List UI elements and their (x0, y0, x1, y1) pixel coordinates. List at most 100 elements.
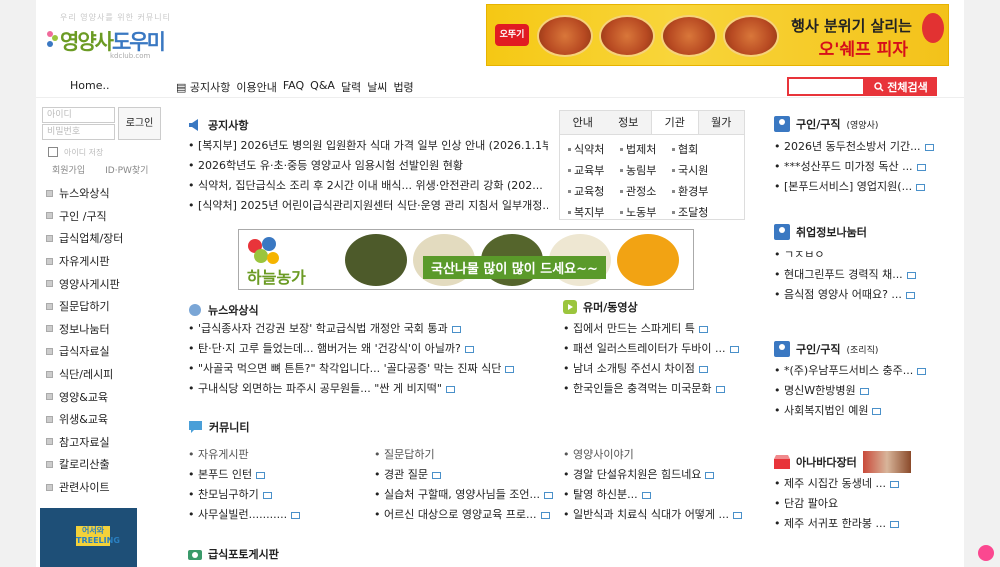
sidebar-item[interactable]: 위생&교육 (46, 408, 166, 431)
nav-home[interactable]: Home.. (70, 79, 109, 92)
tab-link[interactable]: 교육부 (568, 160, 620, 181)
list-item[interactable]: • '급식종사자 건강권 보장' 학교급식법 개정안 국회 통과 (188, 319, 548, 339)
sidebar-item[interactable]: 영양사게시판 (46, 272, 166, 295)
tab-info[interactable]: 정보 (606, 111, 652, 134)
side-ad-banner[interactable]: 어서와 TREELING (40, 508, 137, 567)
column-title[interactable]: • 영양사이야기 (563, 445, 759, 465)
tab-monthly[interactable]: 월가 (699, 111, 745, 134)
list-item[interactable]: • 한국인들은 충격먹는 미국문화 (563, 379, 753, 399)
site-logo[interactable]: 우리 영양사를 위한 커뮤니티 영양사도우미 kdclub.com (46, 12, 196, 62)
tab-link[interactable]: 노동부 (620, 202, 672, 223)
tab-link[interactable]: 협회 (672, 139, 724, 160)
notice-title[interactable]: 공지사항 (188, 117, 248, 133)
tab-link[interactable]: 법제처 (620, 139, 672, 160)
humor-title[interactable]: 유머/동영상 (563, 299, 638, 315)
sidebar-item[interactable]: 칼로리산출 (46, 453, 166, 476)
sidebar-item[interactable]: 급식업체/장터 (46, 227, 166, 250)
sidebar-item[interactable]: 자유게시판 (46, 250, 166, 273)
nav-qna[interactable]: Q&A (310, 79, 335, 95)
list-item[interactable]: • 찬모님구하기 (188, 485, 364, 505)
sidebar-item[interactable]: 뉴스와상식 (46, 182, 166, 205)
tab-link[interactable]: 복지부 (568, 202, 620, 223)
sidebar-item[interactable]: 영양&교육 (46, 385, 166, 408)
scroll-top-icon[interactable] (978, 545, 994, 561)
list-item[interactable]: • 제주 시집간 동생네 ... (774, 474, 960, 494)
login-button[interactable]: 로그인 (118, 107, 161, 140)
megaphone-icon (189, 119, 198, 131)
market-title[interactable]: 아나바다장터 (774, 451, 911, 473)
list-item[interactable]: • 남녀 소개팅 주선시 차이점 (563, 359, 753, 379)
password-field[interactable]: 비밀번호 (42, 124, 115, 140)
job-nutritionist-title[interactable]: 구인/구직 (영양사) (774, 116, 878, 132)
tab-link[interactable]: 관정소 (620, 181, 672, 202)
sidebar-item[interactable]: 관련사이트 (46, 476, 166, 499)
list-item[interactable]: • 일반식과 치료식 식대가 어떻게 ... (563, 505, 759, 525)
search-input[interactable] (787, 77, 865, 96)
list-item[interactable]: • 본푸드 인턴 (188, 465, 364, 485)
list-item[interactable]: • 단감 팔아요 (774, 494, 960, 514)
signup-link[interactable]: 회원가입 (52, 163, 85, 176)
tab-link[interactable]: 교육청 (568, 181, 620, 202)
list-item[interactable]: • 음식점 영양사 어때요? ... (774, 285, 960, 305)
job-cook-title[interactable]: 구인/구직 (조리직) (774, 341, 878, 357)
job-share-title[interactable]: 취업정보나눔터 (774, 224, 867, 240)
list-item[interactable]: • 제주 서귀포 한라봉 ... (774, 514, 960, 534)
list-item[interactable]: • "사골국 먹으면 뼈 튼튼?" 착각입니다... '골다공증' 막는 진짜 … (188, 359, 548, 379)
list-item[interactable]: • 패션 일러스트레이터가 두바이 ... (563, 339, 753, 359)
list-item[interactable]: • 탈영 하신분... (563, 485, 759, 505)
id-field[interactable]: 아이디 (42, 107, 115, 123)
nav-calendar[interactable]: 달력 (341, 79, 361, 95)
sidebar-item[interactable]: 참고자료실 (46, 431, 166, 454)
nav-weather[interactable]: 날씨 (367, 79, 387, 95)
nav-faq[interactable]: FAQ (283, 79, 304, 95)
list-item[interactable]: • ***성산푸드 미가정 독산 ... (774, 157, 960, 177)
news-title[interactable]: 뉴스와상식 (188, 302, 259, 318)
list-item[interactable]: • 경알 단설유치원은 힘드네요 (563, 465, 759, 485)
tab-agency[interactable]: 기관 (651, 111, 699, 134)
list-item[interactable]: • [복지부] 2026년도 병의원 입원환자 식대 가격 일부 인상 안내 (… (188, 136, 548, 156)
list-item[interactable]: • [본푸드서비스] 영업지원(... (774, 177, 960, 197)
search-button[interactable]: 전체검색 (865, 77, 937, 96)
sidebar-item[interactable]: 질문답하기 (46, 295, 166, 318)
list-item[interactable]: • 어르신 대상으로 영양교육 프로... (374, 505, 554, 525)
tab-link[interactable]: 환경부 (672, 181, 724, 202)
nav-notice[interactable]: ▤ 공지사항 (176, 79, 230, 95)
save-id-checkbox[interactable] (48, 147, 58, 157)
list-item[interactable]: • 구내식당 외면하는 파주시 공무원들... "싼 게 비지떡" (188, 379, 548, 399)
nav-law[interactable]: 법령 (393, 79, 413, 95)
list-item[interactable]: • 사회복지법인 예원 (774, 401, 960, 421)
sidebar-item[interactable]: 식단/레시피 (46, 363, 166, 386)
tab-link[interactable]: 농림부 (620, 160, 672, 181)
list-item[interactable]: • ㄱㅈㅂㅇ (774, 245, 960, 265)
tab-link[interactable]: 국시원 (672, 160, 724, 181)
sidebar-item[interactable]: 정보나눔터 (46, 318, 166, 341)
list-item[interactable]: • 경관 질문 (374, 465, 554, 485)
bullet-icon (46, 325, 53, 333)
market-thumbnail[interactable] (862, 451, 911, 473)
column-title[interactable]: • 질문답하기 (374, 445, 554, 465)
login-links: 회원가입 ID·PW찾기 (52, 163, 148, 176)
find-account-link[interactable]: ID·PW찾기 (105, 163, 148, 176)
list-item[interactable]: • 집에서 만드는 스파게티 특 (563, 319, 753, 339)
community-title[interactable]: 커뮤니티 (188, 419, 249, 435)
list-item[interactable]: • 실습처 구할때, 영양사님들 조언... (374, 485, 554, 505)
list-item[interactable]: • *(주)우남푸드서비스 충주... (774, 361, 960, 381)
list-item[interactable]: • 식약처, 집단급식소 조리 후 2시간 이내 배식... 위생·안전관리 강… (188, 176, 548, 196)
list-item[interactable]: • 탄·단·지 고루 들었는데... 햄버거는 왜 '건강식'이 아닐까? (188, 339, 548, 359)
list-item[interactable]: • 사무실빌런........... (188, 505, 364, 525)
sidebar-item[interactable]: 구인 /구직 (46, 205, 166, 228)
top-ad-banner[interactable]: 오뚜기 행사 분위기 살리는 오'쉐프 피자 (486, 4, 949, 66)
nav-guide[interactable]: 이용안내 (236, 79, 276, 95)
sidebar-item[interactable]: 급식자료실 (46, 340, 166, 363)
tab-guide[interactable]: 안내 (560, 111, 606, 134)
list-item[interactable]: • [식약처] 2025년 어린이급식관리지원센터 식단·운영 관리 지침서 일… (188, 196, 548, 216)
column-title[interactable]: • 자유게시판 (188, 445, 364, 465)
photo-board-title[interactable]: 급식포토게시판 (188, 546, 279, 562)
list-item[interactable]: • 2026학년도 유·초·중등 영양교사 임용시험 선발인원 현황 (188, 156, 548, 176)
list-item[interactable]: • 명신W한방병원 (774, 381, 960, 401)
list-item[interactable]: • 2026년 동두천소방서 기간... (774, 137, 960, 157)
tab-link[interactable]: 식약처 (568, 139, 620, 160)
list-item[interactable]: • 현대그린푸드 경력직 채... (774, 265, 960, 285)
mid-ad-banner[interactable]: 하늘농가 국산나물 많이 많이 드세요~~ (238, 229, 694, 290)
tab-link[interactable]: 조달청 (672, 202, 724, 223)
